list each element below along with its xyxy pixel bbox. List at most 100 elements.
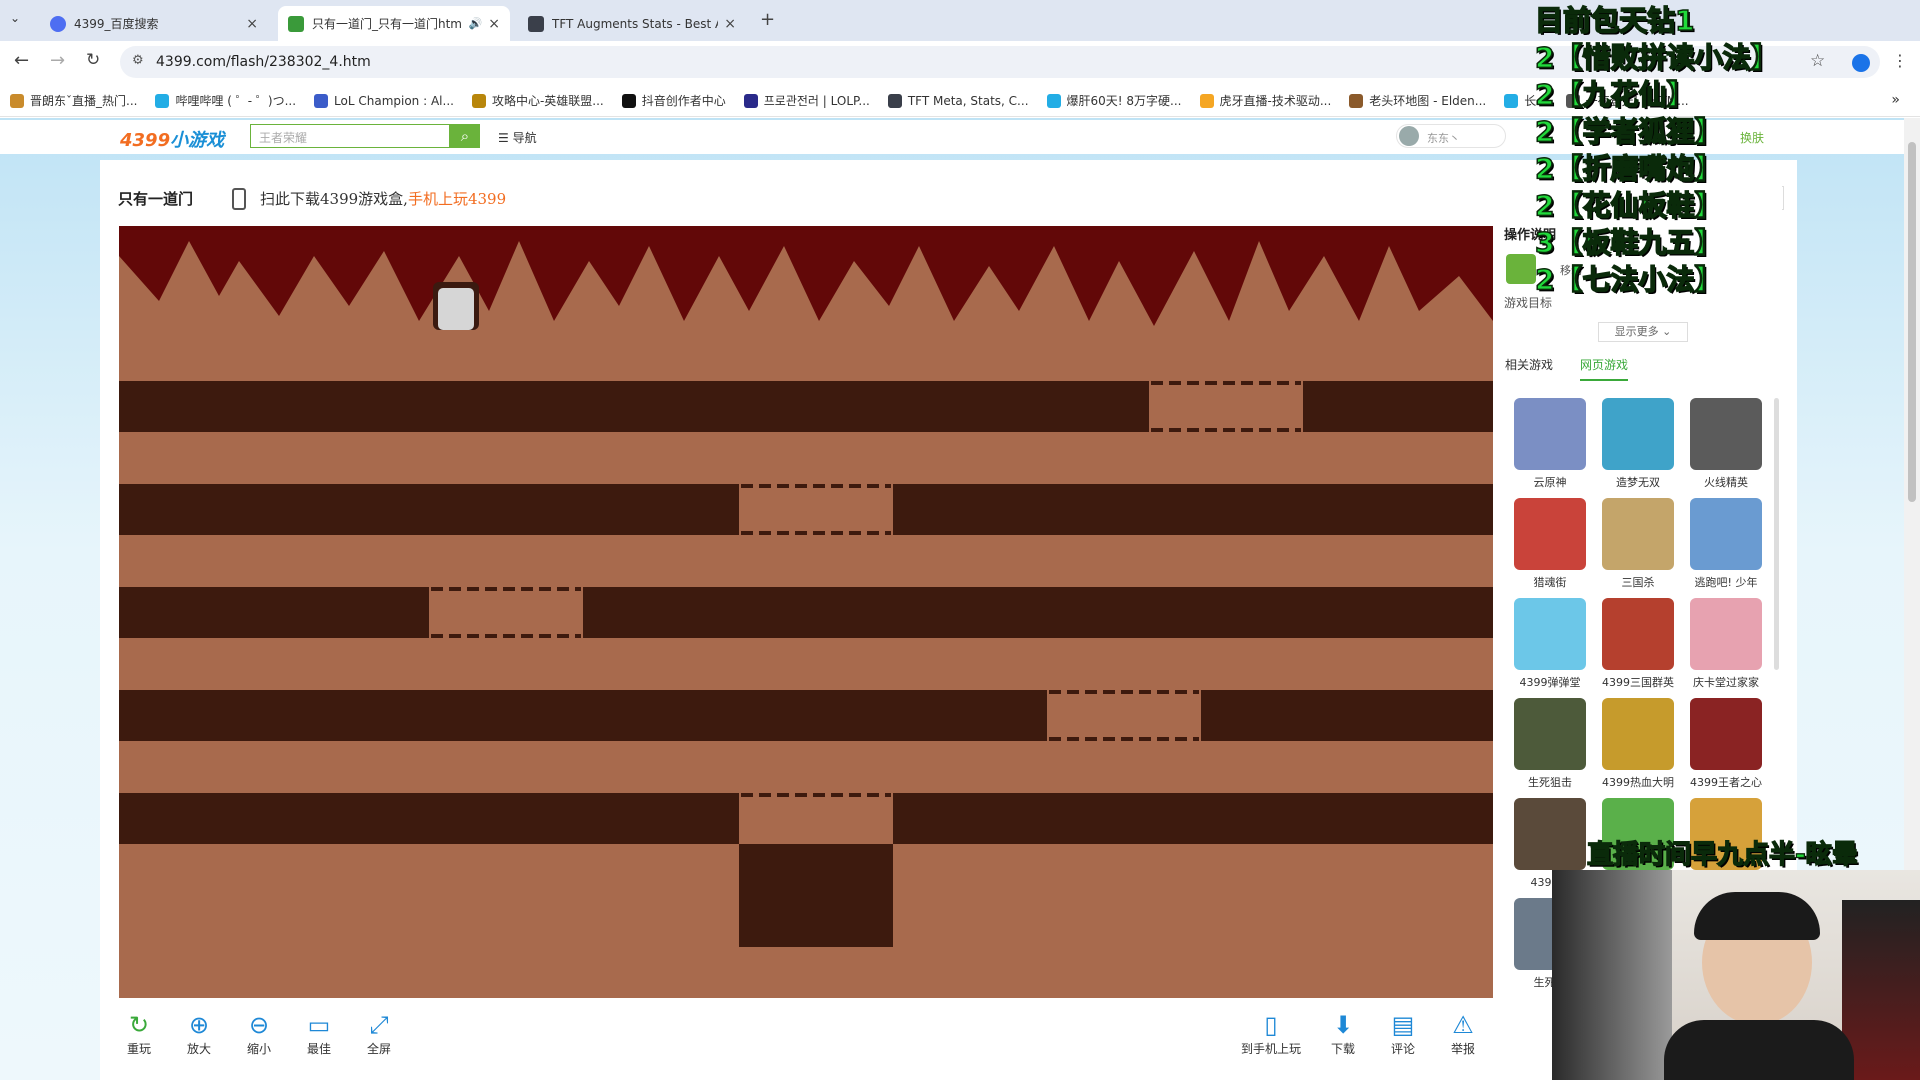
close-icon[interactable]: × [488,16,500,32]
bookmark-label: 老头环地图 - Elden... [1369,94,1487,108]
overlay-line: 2【九花仙】 [1534,77,1695,112]
tab-search-chevron-icon[interactable]: ⌄ [10,11,20,25]
nav-menu[interactable]: ☰ 导航 [498,129,537,146]
game-thumbnail [1514,498,1586,570]
profile-avatar[interactable] [1852,54,1870,72]
speaker-icon[interactable]: 🔊 [469,17,483,30]
download-button[interactable]: ⬇ 下载 [1318,1010,1368,1057]
bookmark-favicon-icon [1349,93,1364,108]
game-list-item[interactable]: 4399王者之心 [1684,698,1768,790]
forward-icon[interactable]: → [50,50,65,71]
game-thumbnail [1602,398,1674,470]
back-icon[interactable]: ← [14,50,29,71]
bookmarks-overflow-icon[interactable]: » [1891,92,1900,108]
game-list-item[interactable]: 4399弹弹堂 [1508,598,1592,690]
bookmark-item[interactable]: 晋朗东ˇ直播_热门... [10,92,137,109]
bookmark-item[interactable]: TFT Meta, Stats, C... [887,93,1029,108]
game-list-item[interactable]: 造梦无双 [1596,398,1680,490]
site-logo[interactable]: 4399小游戏 [120,126,224,152]
game-name: 造梦无双 [1616,476,1660,489]
tab-related-games[interactable]: 相关游戏 [1505,356,1553,373]
zoom-out-button[interactable]: ⊖ 缩小 [234,1010,284,1057]
download-icon: ⬇ [1332,1011,1354,1039]
close-icon[interactable]: × [246,16,258,32]
game-thumbnail [1690,398,1762,470]
url-text[interactable]: 4399.com/flash/238302_4.htm [156,54,371,70]
report-button[interactable]: ⚠ 举报 [1438,1010,1488,1057]
tab-tft[interactable]: TFT Augments Stats - Best A × [518,6,746,41]
user-menu[interactable]: 东东丶 [1396,124,1506,148]
live-time-banner: 直播时间早九点半-眩晕 [1586,839,1858,870]
overlay-line: 2【七法小法】 [1534,262,1723,297]
game-list-item[interactable]: 逃跑吧! 少年 [1684,498,1768,590]
tab-web-games[interactable]: 网页游戏 [1580,356,1629,381]
replay-icon: ↻ [128,1011,150,1039]
show-more-button[interactable]: 显示更多 ⌄ [1598,322,1688,342]
bookmark-favicon-icon [155,93,170,108]
tab-baidu[interactable]: 4399_百度搜索 × [40,6,268,41]
new-tab-button[interactable]: + [760,9,775,30]
game-list-item[interactable]: 猎魂街 [1508,498,1592,590]
game-list-item[interactable]: 4399三国群英 [1596,598,1680,690]
tab-game[interactable]: 只有一道门_只有一道门htm 🔊 × [278,6,510,41]
bookmark-item[interactable]: 프로관전러 | LOLP... [743,92,870,109]
menu-icon[interactable]: ⋮ [1892,51,1908,70]
bookmark-item[interactable]: 抖音创作者中心 [621,92,726,109]
game-thumbnail [1690,698,1762,770]
close-icon[interactable]: × [724,16,736,32]
bookmark-item[interactable]: 哔哩哔哩 ( ゜- ゜)つ... [155,92,296,109]
game-thumbnail [1514,398,1586,470]
zoom-in-button[interactable]: ⊕ 放大 [174,1010,224,1057]
bookmark-label: 爆肝60天! 8万字硬... [1066,94,1182,108]
overlay-line: 3【板鞋九五】 [1534,225,1723,260]
bookmark-label: 프로관전러 | LOLP... [763,94,870,108]
bookmark-item[interactable]: 爆肝60天! 8万字硬... [1046,92,1182,109]
game-canvas[interactable] [119,226,1493,998]
bookmark-favicon-icon [743,93,758,108]
door-window [438,288,474,330]
game-thumbnail [1690,498,1762,570]
bookmark-item[interactable]: LoL Champion : Al... [314,93,454,108]
game-list-item[interactable]: 生死狙击 [1508,698,1592,790]
phone-icon: ▯ [1264,1011,1278,1039]
site-info-icon[interactable]: ⚙ [132,53,144,68]
bookmark-item[interactable]: 攻略中心-英雄联盟... [471,92,604,109]
fullscreen-button[interactable]: ⤢ 全屏 [354,1010,404,1057]
comment-button[interactable]: ▤ 评论 [1378,1010,1428,1057]
zoom-in-icon: ⊕ [188,1011,210,1039]
chair-left [1552,870,1672,1080]
game-list-item[interactable]: 云原神 [1508,398,1592,490]
game-list-item[interactable]: 三国杀 [1596,498,1680,590]
bookmark-favicon-icon [1199,93,1214,108]
webcam-feed [1552,870,1920,1080]
game-thumbnail [1602,698,1674,770]
bookmark-favicon-icon [10,93,24,108]
site-search-input[interactable]: 王者荣耀 [250,124,450,148]
bookmark-favicon-icon [314,93,329,108]
reload-icon[interactable]: ↻ [86,50,100,70]
game-list-item[interactable]: 4399热血大明 [1596,698,1680,790]
bookmark-favicon-icon [1046,93,1061,108]
replay-button[interactable]: ↻ 重玩 [114,1010,164,1057]
game-scene [119,226,1493,947]
overlay-line: 目前包天钻1 [1534,3,1695,38]
game-name: 云原神 [1533,476,1567,489]
game-list-item[interactable]: 火线精英 [1684,398,1768,490]
best-size-button[interactable]: ▭ 最佳 [294,1010,344,1057]
search-icon[interactable]: ⌕ [450,124,480,148]
sidebar-scrollbar[interactable] [1774,398,1779,670]
overlay-line: 2【折磨嘴炮】 [1534,151,1723,186]
game-name: 庆卡堂过家家 [1693,676,1759,689]
bookmark-favicon-icon [887,93,902,108]
star-icon[interactable]: ☆ [1810,51,1825,71]
page-scroll-thumb[interactable] [1908,142,1916,502]
fullscreen-icon: ⤢ [369,1011,389,1039]
game-list-item[interactable]: 庆卡堂过家家 [1684,598,1768,690]
play-on-phone-button[interactable]: ▯ 到手机上玩 [1234,1010,1308,1057]
promo-text[interactable]: 扫此下载4399游戏盒,手机上玩4399 [260,188,506,209]
bookmark-favicon-icon [1504,93,1519,108]
bookmark-item[interactable]: 虎牙直播-技术驱动... [1199,92,1331,109]
comment-icon: ▤ [1391,1011,1415,1039]
bookmark-item[interactable]: 老头环地图 - Elden... [1349,92,1486,109]
avatar [1399,126,1419,146]
